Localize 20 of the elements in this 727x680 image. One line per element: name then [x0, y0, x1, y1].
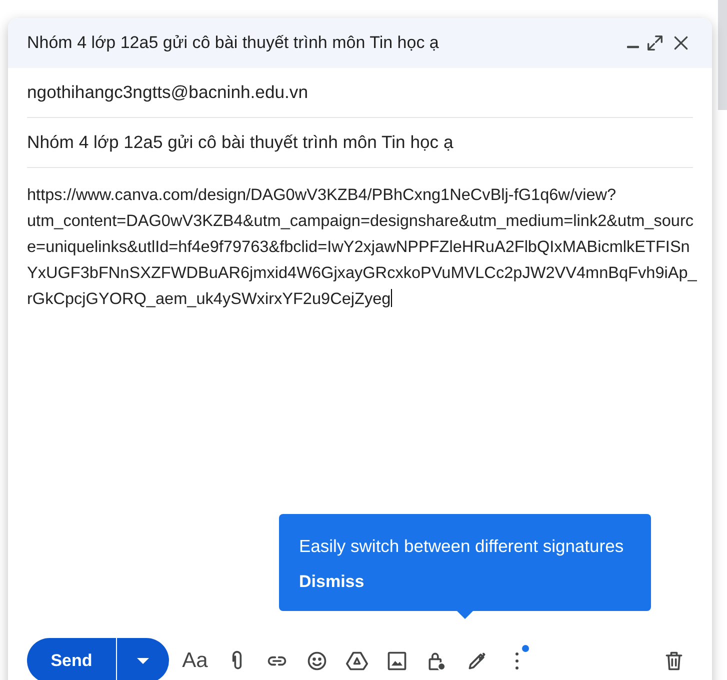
scrollbar[interactable] [718, 0, 727, 110]
recipient-field[interactable]: ngothihangc3ngtts@bacninh.edu.vn [27, 79, 308, 106]
formatting-button[interactable]: Aa [173, 640, 217, 680]
trash-icon [663, 650, 685, 672]
subject-field[interactable]: Nhóm 4 lớp 12a5 gửi cô bài thuyết trình môn Tin học ạ [27, 129, 454, 156]
window-title: Nhóm 4 lớp 12a5 gửi cô bài thuyết trình môn Tin học ạ [27, 32, 440, 54]
image-icon [386, 650, 408, 672]
more-icon [515, 652, 519, 670]
send-options-button[interactable] [116, 638, 169, 680]
minimize-icon [627, 45, 639, 49]
drive-icon [346, 650, 368, 672]
caret-icon [137, 658, 149, 664]
emoji-icon [306, 650, 328, 672]
pen-icon [466, 650, 488, 672]
send-button[interactable]: Send [27, 638, 116, 680]
tooltip-text: Easily switch between different signatures [299, 535, 625, 558]
message-body[interactable]: https://www.canva.com/design/DAG0wV3KZB4/PBhCxng1NeCvBlj-fG1q6w/view?utm_content=DAG0wV3KZB4&utm_campaign=designshare&utm_medium=link2&utm_source=uniquelinks&utlId=hf4e9f79763&fbclid=IwY2xjawNPPFZleHRuA2FlbQIxMABicmlkETFISnYxUGF3bFNnSXZFWDBuAR6jmxid4W6GjxayGRcxkoPVuMVLCc2pJW2VV4mnBqFvh9iAp_rGkCpcjGYORQ_aem_uk4ySWxirxYF2u9CejZyeg [27, 182, 697, 312]
dismiss-button[interactable]: Dismiss [299, 569, 364, 595]
expand-icon [645, 33, 665, 53]
text-cursor [390, 289, 392, 307]
